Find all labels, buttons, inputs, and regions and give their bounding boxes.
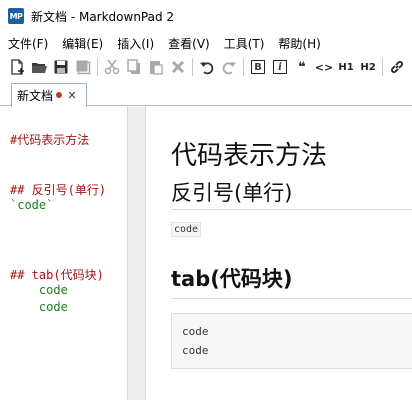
title-bar: MP 新文档 - MarkdownPad 2 bbox=[0, 0, 412, 32]
heading-underline bbox=[171, 298, 412, 299]
editor-line: #代码表示方法 bbox=[10, 133, 90, 147]
toolbar-separator bbox=[243, 58, 244, 76]
preview-heading-block: tab(代码块) bbox=[171, 267, 293, 291]
menu-bar: 文件(F) 编辑(E) 插入(I) 查看(V) 工具(T) 帮助(H) bbox=[0, 32, 412, 54]
new-document-icon[interactable] bbox=[6, 56, 28, 78]
preview-code-block: code code bbox=[171, 313, 412, 369]
app-icon: MP bbox=[8, 8, 24, 24]
link-icon[interactable] bbox=[386, 56, 408, 78]
paste-icon[interactable] bbox=[145, 56, 167, 78]
unsaved-indicator-icon bbox=[56, 92, 63, 98]
tab-label: 新文档 bbox=[17, 88, 54, 103]
menu-insert[interactable]: 插入(I) bbox=[110, 35, 161, 52]
italic-glyph: i bbox=[273, 60, 287, 74]
menu-help[interactable]: 帮助(H) bbox=[271, 35, 327, 52]
save-icon[interactable] bbox=[50, 56, 72, 78]
markdown-editor[interactable]: #代码表示方法 ## 反引号(单行) `code` ## tab(代码块) co… bbox=[0, 107, 127, 400]
open-folder-icon[interactable] bbox=[28, 56, 50, 78]
heading-underline bbox=[171, 209, 412, 210]
redo-icon[interactable] bbox=[218, 56, 240, 78]
undo-icon[interactable] bbox=[196, 56, 218, 78]
code-line: code bbox=[182, 344, 209, 357]
tab-new-document[interactable]: 新文档 ✕ bbox=[11, 83, 87, 107]
html-preview: 代码表示方法 反引号(单行) code tab(代码块) code code bbox=[147, 107, 412, 400]
menu-edit[interactable]: 编辑(E) bbox=[55, 35, 110, 52]
image-icon[interactable] bbox=[408, 56, 412, 78]
delete-icon[interactable] bbox=[167, 56, 189, 78]
close-tab-icon[interactable]: ✕ bbox=[66, 89, 78, 102]
app-icon-text: MP bbox=[9, 11, 23, 21]
preview-inline-code: code bbox=[171, 222, 202, 237]
code-line: code bbox=[182, 325, 209, 338]
bold-glyph: B bbox=[251, 60, 265, 74]
toolbar-separator bbox=[97, 58, 98, 76]
heading-2-icon[interactable]: H2 bbox=[357, 56, 379, 78]
window-title: 新文档 - MarkdownPad 2 bbox=[31, 9, 175, 24]
toolbar: B i ❝ <> H1 H2 bbox=[0, 54, 412, 80]
toolbar-separator bbox=[382, 58, 383, 76]
quote-icon[interactable]: ❝ bbox=[291, 56, 313, 78]
cut-icon[interactable] bbox=[101, 56, 123, 78]
editor-line: ## 反引号(单行) bbox=[10, 183, 107, 197]
editor-line: code bbox=[10, 283, 68, 297]
save-all-icon[interactable] bbox=[72, 56, 94, 78]
italic-icon[interactable]: i bbox=[269, 56, 291, 78]
preview-heading-1: 代码表示方法 bbox=[171, 141, 328, 171]
preview-heading-inline: 反引号(单行) bbox=[171, 181, 293, 205]
heading-1-icon[interactable]: H1 bbox=[335, 56, 357, 78]
code-icon[interactable]: <> bbox=[313, 56, 335, 78]
document-tab-strip: 新文档 ✕ bbox=[0, 80, 412, 107]
copy-icon[interactable] bbox=[123, 56, 145, 78]
menu-view[interactable]: 查看(V) bbox=[161, 35, 217, 52]
bold-icon[interactable]: B bbox=[247, 56, 269, 78]
menu-file[interactable]: 文件(F) bbox=[0, 35, 55, 52]
pane-splitter[interactable] bbox=[127, 107, 146, 400]
editor-line: code bbox=[10, 300, 68, 314]
editor-line: `code` bbox=[10, 198, 54, 212]
editor-line: ## tab(代码块) bbox=[10, 268, 104, 282]
menu-tools[interactable]: 工具(T) bbox=[217, 35, 272, 52]
toolbar-separator bbox=[192, 58, 193, 76]
